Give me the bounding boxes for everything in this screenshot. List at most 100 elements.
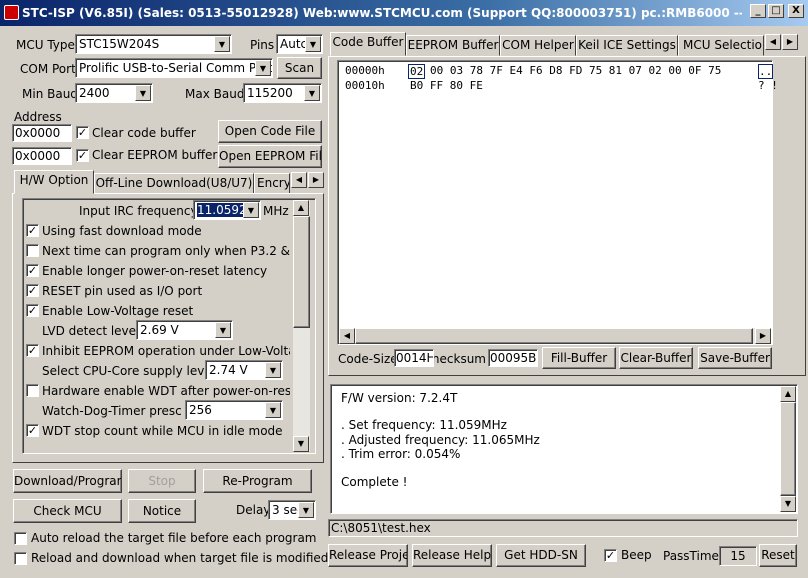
log-output[interactable]: F/W version: 7.2.4T . Set frequency: 11.…	[330, 384, 798, 514]
hex-row-address: 00010h	[345, 79, 385, 92]
tab-offline-download[interactable]: Off-Line Download(U8/U7)	[94, 173, 254, 194]
save-buffer-button[interactable]: Save-Buffer	[698, 347, 772, 369]
scroll-down-icon[interactable]: ▼	[780, 496, 796, 512]
pins-select[interactable]: Autc ▼	[276, 34, 323, 54]
hex-cursor-byte[interactable]: 02	[408, 64, 426, 79]
fast-download-checkbox[interactable]: ✓	[26, 224, 39, 237]
minimize-button[interactable]: _	[750, 4, 766, 18]
hex-row-bytes: 00 03 78 7F E4 F6 D8 FD 75 81 07 02 00 0…	[430, 64, 722, 77]
reload-download-checkbox[interactable]	[14, 552, 27, 565]
hex-scroll-thumb[interactable]	[355, 328, 753, 344]
clear-code-checkbox[interactable]: ✓	[76, 126, 89, 139]
wdt-prescale-select[interactable]: 256 ▼	[185, 400, 283, 420]
re-program-button[interactable]: Re-Program	[203, 469, 312, 493]
reset-button[interactable]: Reset	[759, 544, 797, 567]
cpu-core-value: 2.74 V	[209, 363, 248, 377]
tab-eeprom-buffer[interactable]: EEPROM Buffer	[406, 35, 500, 56]
mcu-type-value: STC15W204S	[79, 37, 160, 51]
beep-checkbox[interactable]: ✓	[604, 549, 617, 562]
download-program-button[interactable]: Download/Program	[13, 469, 122, 493]
log-line: . Adjusted frequency: 11.065MHz	[341, 433, 540, 447]
chevron-down-icon: ▼	[135, 85, 151, 101]
release-project-button[interactable]: Release Project	[328, 544, 408, 567]
scan-button[interactable]: Scan	[277, 57, 322, 79]
hex-editor[interactable]: 00000h 02 00 03 78 7F E4 F6 D8 FD 75 81 …	[337, 60, 778, 345]
wdt-stop-checkbox[interactable]: ✓	[26, 424, 39, 437]
scroll-up-icon[interactable]: ▲	[780, 386, 796, 402]
tab-scroll-right-icon[interactable]: ▶	[782, 34, 798, 50]
hw-list-scroll-thumb[interactable]	[293, 216, 310, 328]
mcu-type-select[interactable]: STC15W204S ▼	[75, 34, 232, 54]
notice-button[interactable]: Notice	[128, 499, 196, 523]
reset-io-checkbox[interactable]: ✓	[26, 284, 39, 297]
min-baud-label: Min Baud	[22, 87, 78, 101]
tab-scroll-left-icon[interactable]: ◀	[765, 34, 781, 50]
hw-list-scrollbar[interactable]: ▲ ▼	[293, 200, 310, 452]
chevron-down-icon: ▼	[305, 36, 321, 52]
open-eeprom-file-button[interactable]: Open EEPROM File	[218, 145, 322, 168]
max-baud-value: 115200	[247, 86, 293, 100]
hex-horizontal-scrollbar[interactable]: ◀ ▶	[339, 328, 771, 344]
tab-hw-option[interactable]: H/W Option	[14, 170, 94, 194]
lvd-level-label: LVD detect level	[42, 324, 140, 338]
scroll-down-icon[interactable]: ▼	[293, 436, 309, 452]
wdt-stop-label: WDT stop count while MCU in idle mode	[42, 424, 283, 438]
reload-download-label: Reload and download when target file is …	[31, 551, 329, 565]
log-vertical-scrollbar[interactable]: ▲ ▼	[780, 386, 796, 512]
com-port-value: Prolific USB-to-Serial Comm Port	[79, 61, 273, 75]
cpu-core-select[interactable]: 2.74 V ▼	[205, 360, 283, 380]
log-scroll-thumb[interactable]	[780, 402, 796, 496]
low-voltage-checkbox[interactable]: ✓	[26, 304, 39, 317]
lvd-level-value: 2.69 V	[140, 323, 179, 337]
log-line: . Trim error: 0.054%	[341, 447, 461, 461]
clear-eeprom-label: Clear EEPROM buffer	[92, 148, 218, 162]
tab-encrypt[interactable]: Encry	[254, 173, 290, 194]
tab-com-helper[interactable]: COM Helper	[500, 35, 576, 56]
maximize-button[interactable]: □	[768, 4, 784, 18]
clear-eeprom-checkbox[interactable]: ✓	[76, 149, 89, 162]
code-address-input[interactable]: 0x0000	[12, 124, 72, 142]
irc-frequency-select[interactable]: 11.0592 ▼	[193, 200, 261, 220]
file-path-field: C:\8051\test.hex	[328, 519, 798, 537]
release-help-button[interactable]: Release Help	[412, 544, 492, 567]
close-button[interactable]: X	[788, 4, 804, 18]
longer-por-checkbox[interactable]: ✓	[26, 264, 39, 277]
next-time-checkbox[interactable]	[26, 244, 39, 257]
tab-scroll-left-icon[interactable]: ◀	[291, 172, 307, 188]
app-icon	[4, 5, 19, 20]
tab-code-buffer[interactable]: Code Buffer	[330, 32, 406, 56]
stop-button[interactable]: Stop	[128, 469, 196, 493]
eeprom-address-input[interactable]: 0x0000	[12, 147, 72, 165]
pins-value: Autc	[280, 37, 308, 51]
hw-wdt-checkbox[interactable]	[26, 384, 39, 397]
lvd-level-select[interactable]: 2.69 V ▼	[136, 320, 233, 340]
inhibit-eeprom-checkbox[interactable]: ✓	[26, 344, 39, 357]
min-baud-select[interactable]: 2400 ▼	[75, 83, 153, 103]
delay-select[interactable]: 3 sec ▼	[268, 500, 316, 520]
chevron-down-icon: ▼	[298, 502, 314, 518]
scroll-up-icon[interactable]: ▲	[293, 200, 309, 216]
hex-row-bytes: B0 FF 80 FE	[410, 79, 483, 92]
max-baud-select[interactable]: 115200 ▼	[243, 83, 322, 103]
pass-times-value: 15	[719, 546, 757, 566]
hex-row-address: 00000h	[345, 64, 385, 77]
reset-io-label: RESET pin used as I/O port	[42, 284, 203, 298]
tab-scroll-right-icon[interactable]: ▶	[308, 172, 324, 188]
wdt-prescale-value: 256	[189, 403, 212, 417]
checksum-value: 00095BH	[488, 349, 538, 367]
left-tab-strip: H/W Option Off-Line Download(U8/U7) Encr…	[12, 170, 324, 194]
auto-reload-checkbox[interactable]	[14, 532, 27, 545]
fill-buffer-button[interactable]: Fill-Buffer	[542, 347, 616, 369]
get-hdd-sn-button[interactable]: Get HDD-SN	[496, 544, 586, 567]
clear-buffer-button[interactable]: Clear-Buffer	[619, 347, 693, 369]
tab-mcu-selection[interactable]: MCU Selection	[678, 35, 764, 56]
scroll-right-icon[interactable]: ▶	[755, 328, 771, 344]
chevron-down-icon: ▼	[214, 36, 230, 52]
open-code-file-button[interactable]: Open Code File	[218, 120, 322, 143]
com-port-select[interactable]: Prolific USB-to-Serial Comm Port ▼	[75, 58, 273, 78]
address-label: Address	[14, 110, 62, 124]
check-mcu-button[interactable]: Check MCU	[13, 499, 122, 523]
delay-label: Delay	[236, 503, 271, 517]
scroll-left-icon[interactable]: ◀	[339, 328, 355, 344]
tab-keil-ice[interactable]: Keil ICE Settings	[576, 35, 678, 56]
